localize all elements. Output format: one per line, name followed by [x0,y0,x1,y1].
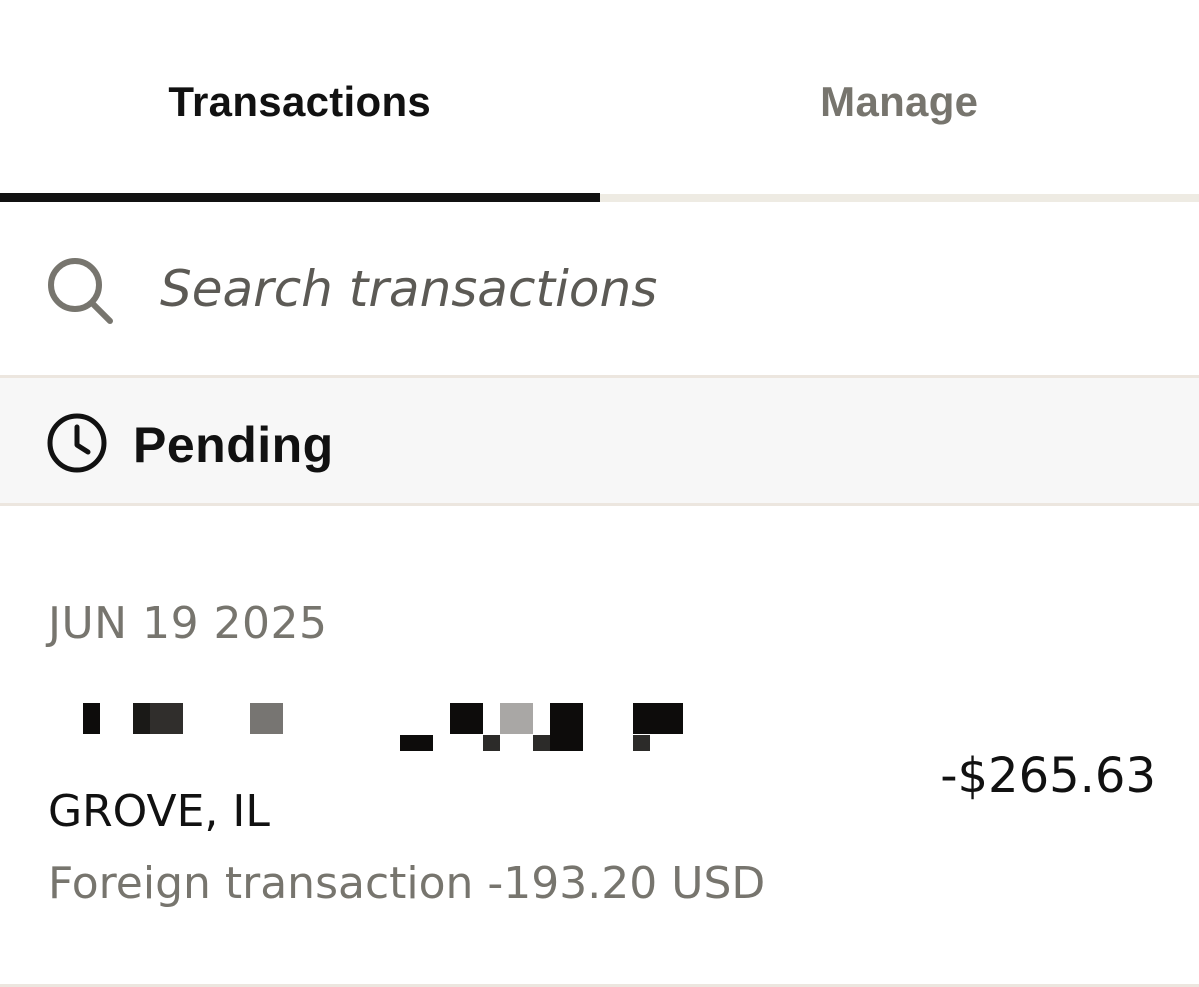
search-icon[interactable] [46,254,116,324]
merchant-name-redacted [48,703,708,767]
tab-manage[interactable]: Manage [599,0,1199,202]
tab-bar: Transactions Manage [0,0,1199,202]
search-bar[interactable] [0,202,1199,375]
transaction-row[interactable]: JUN 19 2025 GROVE, IL Foreign transactio… [0,506,1199,986]
transaction-location: GROVE, IL [48,786,270,837]
pending-section-header: Pending [0,375,1199,506]
tab-active-indicator [0,193,600,202]
transaction-date: JUN 19 2025 [48,598,328,649]
tab-transactions[interactable]: Transactions [0,0,600,202]
search-input[interactable] [160,254,1140,324]
tab-transactions-label: Transactions [168,78,432,125]
section-title: Pending [133,417,334,473]
tab-inactive-indicator [599,194,1199,202]
foreign-transaction-note: Foreign transaction -193.20 USD [48,858,766,909]
transactions-screen: Transactions Manage Pending JUN 19 2025 [0,0,1199,987]
clock-icon [47,413,107,473]
tab-manage-label: Manage [820,78,979,125]
transaction-amount: -$265.63 [940,748,1156,804]
